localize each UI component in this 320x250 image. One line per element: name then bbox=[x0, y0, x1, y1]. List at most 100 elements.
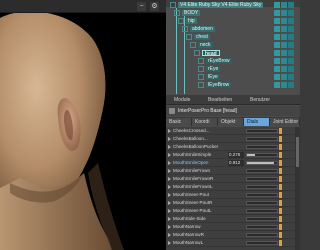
expand-arrow-icon[interactable] bbox=[168, 145, 171, 149]
dial-handle[interactable] bbox=[279, 160, 282, 166]
morph-row[interactable]: MouthSide-Side bbox=[166, 215, 300, 223]
morph-dial-slider[interactable] bbox=[246, 169, 278, 173]
lock-icon[interactable] bbox=[281, 34, 287, 40]
render-icon[interactable] bbox=[288, 66, 294, 72]
morph-dial-slider[interactable] bbox=[246, 145, 278, 149]
tree-item-reyebrow[interactable]: rEyeBrow bbox=[166, 57, 300, 65]
gear-icon[interactable]: ⚙ bbox=[150, 2, 159, 11]
visibility-icon[interactable] bbox=[274, 42, 280, 48]
tree-item-abdomen[interactable]: abdomen bbox=[166, 25, 300, 33]
lock-icon[interactable] bbox=[281, 74, 287, 80]
render-icon[interactable] bbox=[288, 82, 294, 88]
dial-handle[interactable] bbox=[279, 240, 282, 246]
tab-joint-editor[interactable]: Joint Editor bbox=[270, 118, 300, 126]
morph-row[interactable]: MouthNarrowR bbox=[166, 231, 300, 239]
menu-icon[interactable] bbox=[169, 108, 175, 114]
dial-handle[interactable] bbox=[279, 168, 282, 174]
expand-arrow-icon[interactable] bbox=[168, 137, 171, 141]
morph-scrollbar[interactable] bbox=[295, 127, 300, 250]
morph-row[interactable]: MouthSmileFrown bbox=[166, 167, 300, 175]
lock-icon[interactable] bbox=[281, 50, 287, 56]
morph-dial-slider[interactable] bbox=[246, 225, 278, 229]
render-icon[interactable] bbox=[288, 58, 294, 64]
morph-row[interactable]: MouthNarrowL bbox=[166, 239, 300, 247]
tree-item-leyebrow[interactable]: lEyeBrow bbox=[166, 81, 300, 89]
morph-dial-slider[interactable] bbox=[246, 153, 278, 157]
lock-icon[interactable] bbox=[281, 42, 287, 48]
morph-row[interactable]: MouthSmileSimple 0.276 bbox=[166, 151, 300, 159]
dial-handle[interactable] bbox=[279, 216, 282, 222]
morph-row[interactable]: MouthSmileOpen 0.912 bbox=[166, 159, 300, 167]
dial-handle[interactable] bbox=[279, 208, 282, 214]
morph-dial-slider[interactable] bbox=[246, 217, 278, 221]
visibility-icon[interactable] bbox=[274, 66, 280, 72]
tree-item-body[interactable]: BODY bbox=[166, 9, 300, 17]
dial-handle[interactable] bbox=[279, 176, 282, 182]
morph-dial-slider[interactable] bbox=[246, 161, 278, 165]
morph-value-field[interactable]: 0.276 bbox=[228, 152, 244, 158]
tree-item-hip[interactable]: hip bbox=[166, 17, 300, 25]
expand-arrow-icon[interactable] bbox=[168, 185, 171, 189]
render-icon[interactable] bbox=[288, 18, 294, 24]
visibility-icon[interactable] bbox=[274, 2, 280, 8]
morph-dial-slider[interactable] bbox=[246, 233, 278, 237]
morph-row[interactable]: MouthSneer-Pout bbox=[166, 191, 300, 199]
tab-bearbeiten[interactable]: Bearbeiten bbox=[208, 97, 232, 104]
expand-arrow-icon[interactable] bbox=[168, 169, 171, 173]
minimize-icon[interactable]: − bbox=[137, 2, 146, 11]
tab-koordi[interactable]: Koordi bbox=[192, 118, 218, 126]
visibility-icon[interactable] bbox=[274, 74, 280, 80]
tab-basic[interactable]: Basic bbox=[166, 118, 192, 126]
expand-arrow-icon[interactable] bbox=[168, 209, 171, 213]
tab-objekt[interactable]: Objekt bbox=[218, 118, 244, 126]
expand-arrow-icon[interactable] bbox=[168, 177, 171, 181]
visibility-icon[interactable] bbox=[274, 10, 280, 16]
morph-row[interactable]: MouthSneer-PoutR bbox=[166, 199, 300, 207]
lock-icon[interactable] bbox=[281, 26, 287, 32]
expand-arrow-icon[interactable] bbox=[168, 225, 171, 229]
expand-arrow-icon[interactable] bbox=[168, 233, 171, 237]
3d-viewport[interactable]: − ⚙ bbox=[0, 0, 166, 250]
expand-arrow-icon[interactable] bbox=[168, 129, 171, 133]
render-icon[interactable] bbox=[288, 42, 294, 48]
tree-item-leye[interactable]: lEye bbox=[166, 73, 300, 81]
visibility-icon[interactable] bbox=[274, 58, 280, 64]
render-icon[interactable] bbox=[288, 50, 294, 56]
lock-icon[interactable] bbox=[281, 18, 287, 24]
scene-hierarchy[interactable]: V4 Elite Ruby Sky V4 Elite Ruby Sky BODY… bbox=[166, 0, 300, 94]
morph-dial-slider[interactable] bbox=[246, 241, 278, 245]
morph-row[interactable]: CheeksCrossed... bbox=[166, 127, 300, 135]
expand-arrow-icon[interactable] bbox=[168, 153, 171, 157]
expand-arrow-icon[interactable] bbox=[168, 217, 171, 221]
morph-dial-slider[interactable] bbox=[246, 201, 278, 205]
tree-item-reye[interactable]: rEye bbox=[166, 65, 300, 73]
tree-item-figure[interactable]: V4 Elite Ruby Sky V4 Elite Ruby Sky bbox=[166, 1, 300, 9]
morph-row[interactable]: MouthSneer-PoutL bbox=[166, 207, 300, 215]
render-icon[interactable] bbox=[288, 34, 294, 40]
dial-handle[interactable] bbox=[279, 192, 282, 198]
dial-handle[interactable] bbox=[279, 184, 282, 190]
tree-item-head[interactable]: head bbox=[166, 49, 300, 57]
expand-arrow-icon[interactable] bbox=[168, 193, 171, 197]
morph-dial-slider[interactable] bbox=[246, 209, 278, 213]
dial-handle[interactable] bbox=[279, 136, 282, 142]
dial-handle[interactable] bbox=[279, 232, 282, 238]
morph-dial-list[interactable]: CheeksCrossed... CheeksBalloon... CheeksBa… bbox=[166, 127, 300, 250]
dial-handle[interactable] bbox=[279, 128, 282, 134]
render-icon[interactable] bbox=[288, 10, 294, 16]
tab-benutzer[interactable]: Benutzer bbox=[250, 97, 270, 104]
dial-handle[interactable] bbox=[279, 224, 282, 230]
visibility-icon[interactable] bbox=[274, 26, 280, 32]
lock-icon[interactable] bbox=[281, 58, 287, 64]
expand-arrow-icon[interactable] bbox=[168, 161, 171, 165]
render-icon[interactable] bbox=[288, 26, 294, 32]
dial-handle[interactable] bbox=[279, 200, 282, 206]
morph-row[interactable]: CheeksBalloonPucker bbox=[166, 143, 300, 151]
morph-row[interactable]: MouthSmileFrownL bbox=[166, 183, 300, 191]
dial-handle[interactable] bbox=[279, 152, 282, 158]
lock-icon[interactable] bbox=[281, 10, 287, 16]
actor-selector[interactable]: InterPoserPro Base [head] bbox=[166, 106, 300, 116]
lock-icon[interactable] bbox=[281, 66, 287, 72]
tab-dials[interactable]: Dials bbox=[244, 118, 270, 126]
render-icon[interactable] bbox=[288, 74, 294, 80]
